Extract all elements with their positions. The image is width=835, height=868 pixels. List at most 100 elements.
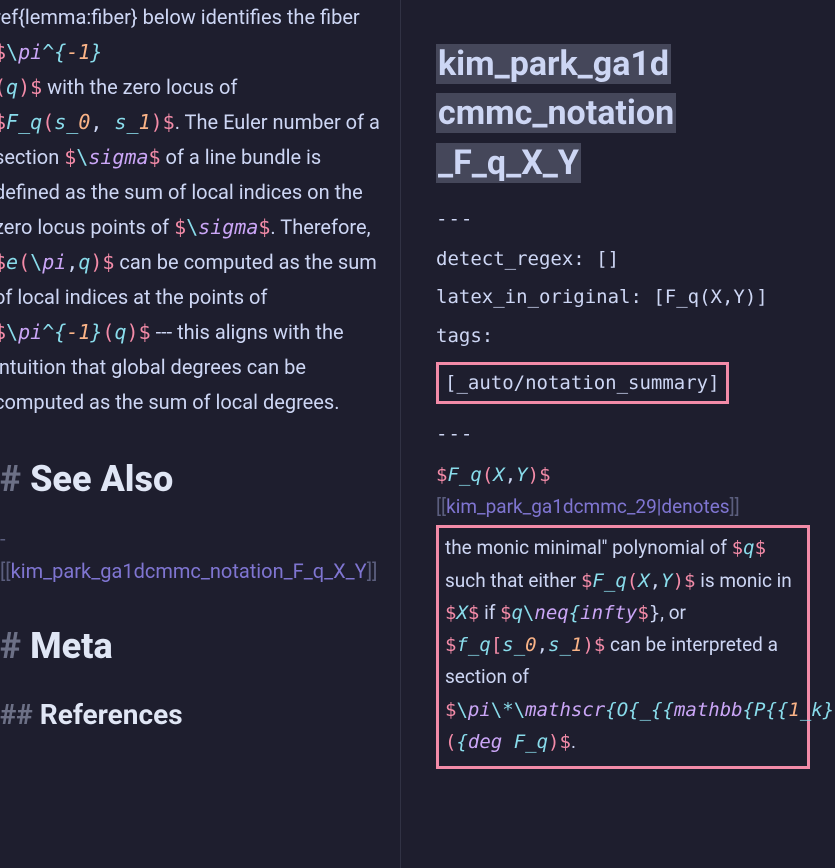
rp: ) (127, 320, 139, 344)
text: such that either (445, 569, 581, 592)
lp: ( (42, 110, 54, 134)
dollar: $ (755, 537, 766, 559)
dollar: $ (445, 634, 456, 656)
tag-auto-notation[interactable]: [_auto/notation_summary] (436, 362, 729, 404)
comma: , (505, 464, 516, 486)
rb: } (823, 699, 834, 721)
kw-pi: pi (468, 699, 491, 721)
n1: 1 (571, 634, 582, 656)
n1: 1 (139, 110, 151, 134)
caret: ^{ (42, 40, 66, 64)
hash: ## (0, 698, 33, 731)
kw-sigma: sigma (88, 145, 148, 169)
text: if (479, 601, 500, 624)
rp: ) (673, 570, 684, 592)
text: with the zero locus of (42, 75, 237, 99)
dollar: $ (637, 602, 648, 624)
kw-neq: neq (534, 602, 568, 624)
title: See Also (21, 458, 173, 500)
u: _ (640, 699, 651, 721)
comma: , (66, 250, 78, 274)
wikilink[interactable]: kim_park_ga1dcmmc_29|denotes (446, 495, 730, 518)
br-open: [[ (436, 495, 446, 518)
kw-pi: pi (18, 40, 42, 64)
q: q (479, 634, 490, 656)
dollar: $ (684, 570, 695, 592)
bs: \ (6, 40, 18, 64)
q: q (114, 320, 126, 344)
dollar: $ (30, 75, 42, 99)
left-editor-pane: ref{lemma:fiber} below identifies the fi… (0, 0, 400, 868)
see-also-link[interactable]: - [[kim_park_ga1dcmmc_notation_F_q_X_Y]] (0, 523, 380, 587)
u: _ (18, 110, 30, 134)
meta-latex-original: latex_in_original: [F_q(X,Y)] (436, 281, 810, 313)
dollar: $ (163, 110, 175, 134)
lb: [ (491, 634, 502, 656)
comma: , (537, 634, 548, 656)
q: q (537, 731, 548, 753)
bs: \ (491, 699, 502, 721)
text: ref{lemma:fiber} below identifies the fi… (0, 5, 360, 29)
O: O (617, 699, 628, 721)
title-line1: kim_park_ga1d (436, 44, 671, 84)
link-text[interactable]: kim_park_ga1dcmmc_notation_F_q_X_Y (11, 559, 367, 583)
dollar: $ (594, 634, 605, 656)
rp: ) (18, 75, 30, 99)
dollar: $ (560, 731, 571, 753)
lp: ( (627, 570, 638, 592)
heading-meta: # Meta (0, 615, 380, 678)
dollar: $ (732, 537, 743, 559)
u: _ (66, 110, 78, 134)
brace: } (90, 320, 102, 344)
u: _ (525, 731, 536, 753)
f: f (456, 634, 467, 656)
hash: # (0, 625, 21, 667)
s: s (502, 634, 513, 656)
br-open: - [[ (0, 527, 11, 583)
lb: {{ (765, 699, 788, 721)
X: X (638, 570, 649, 592)
u: _ (604, 570, 615, 592)
u: _ (127, 110, 139, 134)
s: s (54, 110, 66, 134)
u: _ (514, 634, 525, 656)
highlighted-definition: the monic minimal'' polynomial of $q$ su… (436, 525, 810, 769)
u: _ (560, 634, 571, 656)
rp: ) (548, 731, 559, 753)
text: . Therefore, (270, 215, 370, 239)
q: q (78, 250, 90, 274)
lb: { (456, 731, 467, 753)
Y: Y (516, 464, 527, 486)
dollar: $ (445, 602, 456, 624)
bs: \ (30, 250, 42, 274)
caret: ^{ (42, 320, 66, 344)
s: s (548, 634, 559, 656)
frontmatter-divider: --- (436, 203, 810, 235)
rp: ) (151, 110, 163, 134)
dollar: $ (468, 602, 479, 624)
comma: , (650, 570, 661, 592)
infty: infty (580, 602, 637, 624)
br-close: ]] (730, 495, 740, 518)
e: e (6, 250, 18, 274)
title-line2: cmmc_notation (436, 93, 676, 133)
bs: \ (523, 602, 534, 624)
kw-mathscr: mathscr (525, 699, 605, 721)
F: F (6, 110, 18, 134)
br-close: ]] (367, 559, 378, 583)
u: _ (800, 699, 811, 721)
lb: {{ (651, 699, 674, 721)
bs: \ (76, 145, 88, 169)
q: q (615, 570, 626, 592)
lp: ( (18, 250, 30, 274)
lp: ( (482, 464, 493, 486)
kw-deg: deg (468, 731, 502, 753)
dollar: $ (436, 464, 447, 486)
dollar: $ (139, 320, 151, 344)
kw-pi: pi (18, 320, 42, 344)
n0: 0 (525, 634, 536, 656)
title: References (33, 698, 183, 731)
left-body-text: ref{lemma:fiber} below identifies the fi… (0, 0, 380, 420)
text: is monic in (695, 569, 791, 592)
note-title[interactable]: kim_park_ga1d cmmc_notation _F_q_X_Y (436, 40, 810, 188)
